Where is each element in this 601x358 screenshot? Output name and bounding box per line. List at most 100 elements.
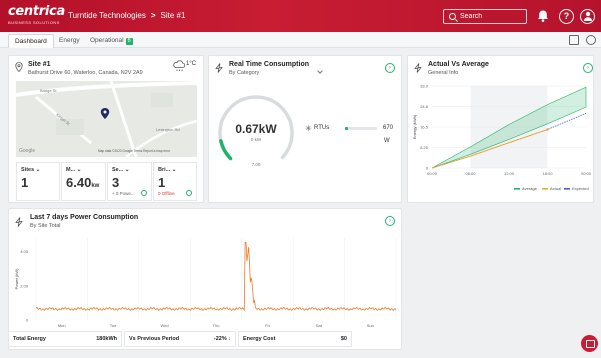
bolt-icon — [414, 63, 422, 73]
help-icon[interactable]: ? — [559, 9, 574, 24]
x-tick-label: 00:00 — [427, 171, 438, 176]
kpi-sensors[interactable]: Se... ⌄ 3 + 0 Powe... — [107, 162, 152, 201]
kpi-value: 6.40kw — [66, 175, 100, 190]
kpi-bridges[interactable]: Bri... ⌄ 1 0 Offline — [153, 162, 197, 201]
site-map[interactable]: Bridge St Kingst St Lexington Rd Google … — [16, 81, 197, 157]
legend-swatch — [542, 188, 548, 190]
clipboard-icon[interactable] — [569, 35, 579, 45]
map-streets: Bridge St Kingst St Lexington Rd Google … — [16, 81, 197, 157]
y-tick-label: 2.00 — [20, 283, 29, 288]
consumption-info-button[interactable]: › — [385, 63, 395, 73]
x-tick-label: Tue — [110, 323, 118, 328]
legend-label: Actual — [550, 186, 561, 191]
kpi-meter[interactable]: M... ⌄ 6.40kw — [61, 162, 106, 201]
logo-word: centrica — [8, 4, 65, 19]
y-tick-label: 4.00 — [20, 249, 29, 254]
rtu-bar-fill — [345, 127, 349, 130]
x-tick-label: 12:00 — [504, 171, 515, 176]
tab-dashboard[interactable]: Dashboard — [8, 34, 54, 48]
y-tick-label: 8.25 — [420, 145, 429, 150]
summary-total-energy: Total Energy 180kWh — [8, 331, 122, 347]
actual-vs-average-chart: 0 8.25 16.5 24.8 33.0 00:00 06:00 12:00 18:00 00:… — [412, 84, 592, 192]
site-title: Site #1 — [28, 61, 51, 68]
category-select[interactable]: By Category — [229, 70, 259, 76]
tab-energy[interactable]: Energy — [53, 34, 86, 48]
settings-gear-icon[interactable] — [586, 35, 596, 45]
kpi-info-icon[interactable] — [141, 190, 147, 196]
search-box[interactable] — [443, 9, 527, 24]
legend-label: Average — [522, 186, 538, 191]
notifications-bell-icon[interactable] — [535, 9, 550, 24]
x-tick-label: 18:00 — [542, 171, 553, 176]
x-tick-label: 00:00 — [581, 171, 592, 176]
x-tick-label: Wed — [160, 323, 168, 328]
summary-label: Total Energy — [13, 336, 46, 342]
actual-vs-average-title: Actual Vs Average — [428, 61, 489, 68]
location-pin-icon — [15, 62, 23, 72]
kpi-label: Bri... ⌄ — [158, 167, 177, 173]
site-address: Bathurst Drive 60, Waterloo, Canada, N2V… — [28, 70, 143, 76]
top-bar: centrica BUSINESS SOLUTIONS Turntide Tec… — [0, 0, 601, 32]
breadcrumb-site: Site #1 — [160, 11, 186, 20]
map-street-label: Bridge St — [40, 88, 57, 93]
snowflake-icon: ✳ — [305, 124, 312, 133]
actual-vs-average-subtitle: General Info — [428, 70, 459, 76]
summary-value: -22% ↓ — [213, 336, 231, 342]
bolt-icon — [215, 63, 223, 73]
series-power — [35, 241, 397, 312]
rtu-value: 670 — [383, 125, 394, 131]
kpi-label: Sites ⌄ — [21, 167, 41, 173]
y-tick-label: 24.8 — [420, 104, 429, 109]
kpi-note: + 0 Powe... — [112, 191, 135, 196]
summary-label: Energy Cost — [243, 336, 276, 342]
summary-vs-previous: Vs Previous Period -22% ↓ — [124, 331, 236, 347]
kpi-value: 3 — [112, 175, 120, 190]
tab-operational[interactable]: Operational B — [84, 34, 139, 48]
map-attribution: Map data ©2023 Google Terms Report a map… — [98, 149, 171, 153]
breadcrumb-org[interactable]: Turntide Technologies — [68, 11, 146, 20]
kpi-info-icon[interactable] — [186, 190, 192, 196]
kpi-note: 0 Offline — [158, 191, 175, 196]
rtu-bar-track — [345, 127, 377, 130]
legend-label: Expected — [572, 186, 589, 191]
user-avatar-icon[interactable] — [580, 9, 595, 24]
rtu-unit: W — [384, 138, 390, 144]
actual-current-point — [546, 128, 549, 131]
gauge-sub-value: 0 kW — [250, 137, 262, 142]
y-axis-label: Energy (kWh) — [412, 114, 417, 139]
summary-row: Total Energy 180kWh Vs Previous Period -… — [8, 331, 402, 347]
kpi-value: 1 — [158, 175, 166, 190]
actual-vs-average-info-button[interactable]: › — [583, 63, 593, 73]
y-tick-label: 16.5 — [420, 125, 429, 130]
x-tick-label: Sat — [316, 323, 323, 328]
gauge-value: 0.67kW — [235, 122, 277, 136]
x-tick-label: Mon — [58, 323, 66, 328]
y-axis-label: Power (kW) — [14, 268, 19, 290]
kpi-sites[interactable]: Sites ⌄ 1 — [16, 162, 60, 201]
map-street-label: Lexington Rd — [156, 127, 180, 132]
kpi-value: 1 — [21, 175, 29, 190]
power-consumption-info-button[interactable]: › — [385, 216, 395, 226]
x-tick-label: Fri — [265, 323, 270, 328]
centrica-logo[interactable]: centrica BUSINESS SOLUTIONS — [8, 4, 65, 26]
legend-swatch — [564, 188, 570, 190]
power-consumption-subtitle: By Site Total — [30, 223, 61, 229]
tab-operational-label: Operational — [90, 37, 124, 44]
chat-support-button[interactable] — [581, 335, 598, 352]
power-consumption-chart: 0 2.00 4.00 Mon Tue Wed Thu Fri Sat Sun Power (kW) — [14, 238, 397, 328]
search-input[interactable] — [460, 11, 524, 22]
map-google-logo: Google — [19, 148, 35, 154]
x-tick-label: Thu — [213, 323, 220, 328]
tab-badge: B — [125, 38, 133, 45]
tab-bar: Dashboard Energy Operational B — [0, 32, 601, 48]
y-tick-label: 33.0 — [420, 84, 429, 89]
summary-energy-cost: Energy Cost $0 — [238, 331, 352, 347]
cloud-snow-icon — [173, 60, 186, 71]
kpi-label: Se... ⌄ — [112, 167, 130, 173]
summary-value: $0 — [340, 336, 347, 342]
search-icon — [449, 13, 456, 20]
y-tick-label: 0 — [426, 166, 429, 171]
rtu-label: RTUs — [314, 125, 330, 131]
logo-subtitle: BUSINESS SOLUTIONS — [8, 20, 60, 25]
breadcrumb-separator: > — [150, 11, 156, 20]
